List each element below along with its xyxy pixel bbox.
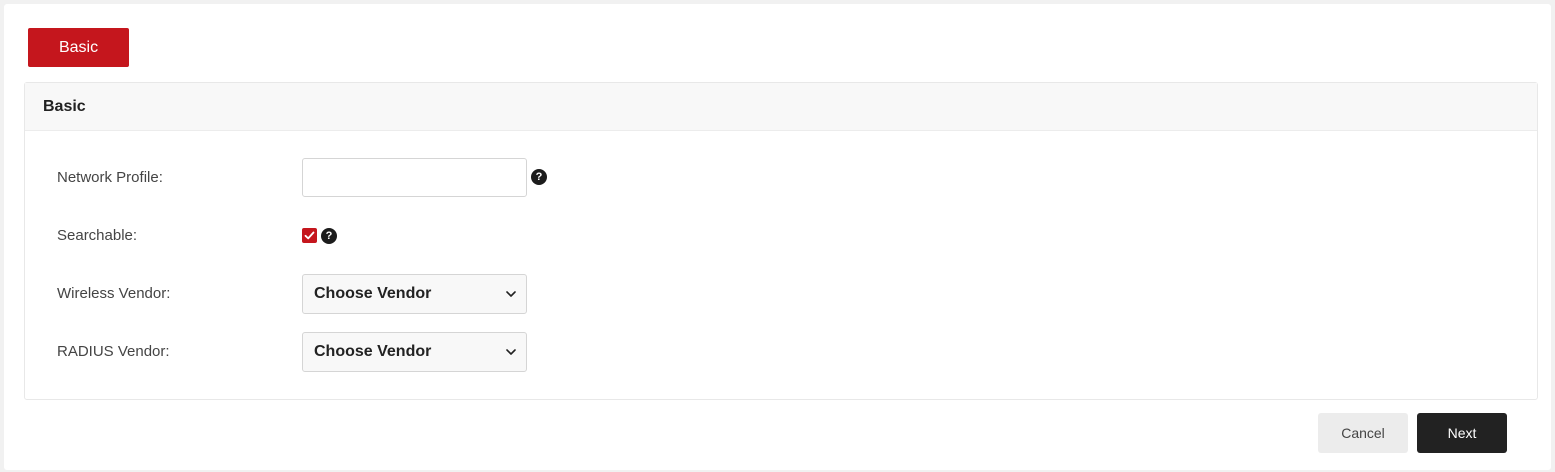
panel-title: Basic: [25, 83, 1537, 131]
cancel-button[interactable]: Cancel: [1318, 413, 1408, 453]
checkmark-icon: [304, 231, 315, 240]
wireless-vendor-selected-value: Choose Vendor: [314, 285, 432, 302]
wireless-vendor-select[interactable]: Choose Vendor: [302, 274, 527, 314]
network-profile-help-icon[interactable]: ?: [531, 169, 547, 185]
basic-panel: Basic Network Profile: ? Searchable: ? W…: [24, 82, 1538, 400]
searchable-help-icon[interactable]: ?: [321, 228, 337, 244]
next-button[interactable]: Next: [1417, 413, 1507, 453]
chevron-down-icon: [506, 349, 516, 355]
network-profile-input[interactable]: [302, 158, 527, 197]
tab-basic[interactable]: Basic: [28, 28, 129, 67]
chevron-down-icon: [506, 291, 516, 297]
radius-vendor-selected-value: Choose Vendor: [314, 343, 432, 360]
radius-vendor-select[interactable]: Choose Vendor: [302, 332, 527, 372]
wireless-vendor-label: Wireless Vendor:: [57, 285, 171, 302]
searchable-checkbox[interactable]: [302, 228, 317, 243]
radius-vendor-label: RADIUS Vendor:: [57, 343, 170, 360]
searchable-label: Searchable:: [57, 227, 138, 244]
network-profile-label: Network Profile:: [57, 169, 163, 186]
